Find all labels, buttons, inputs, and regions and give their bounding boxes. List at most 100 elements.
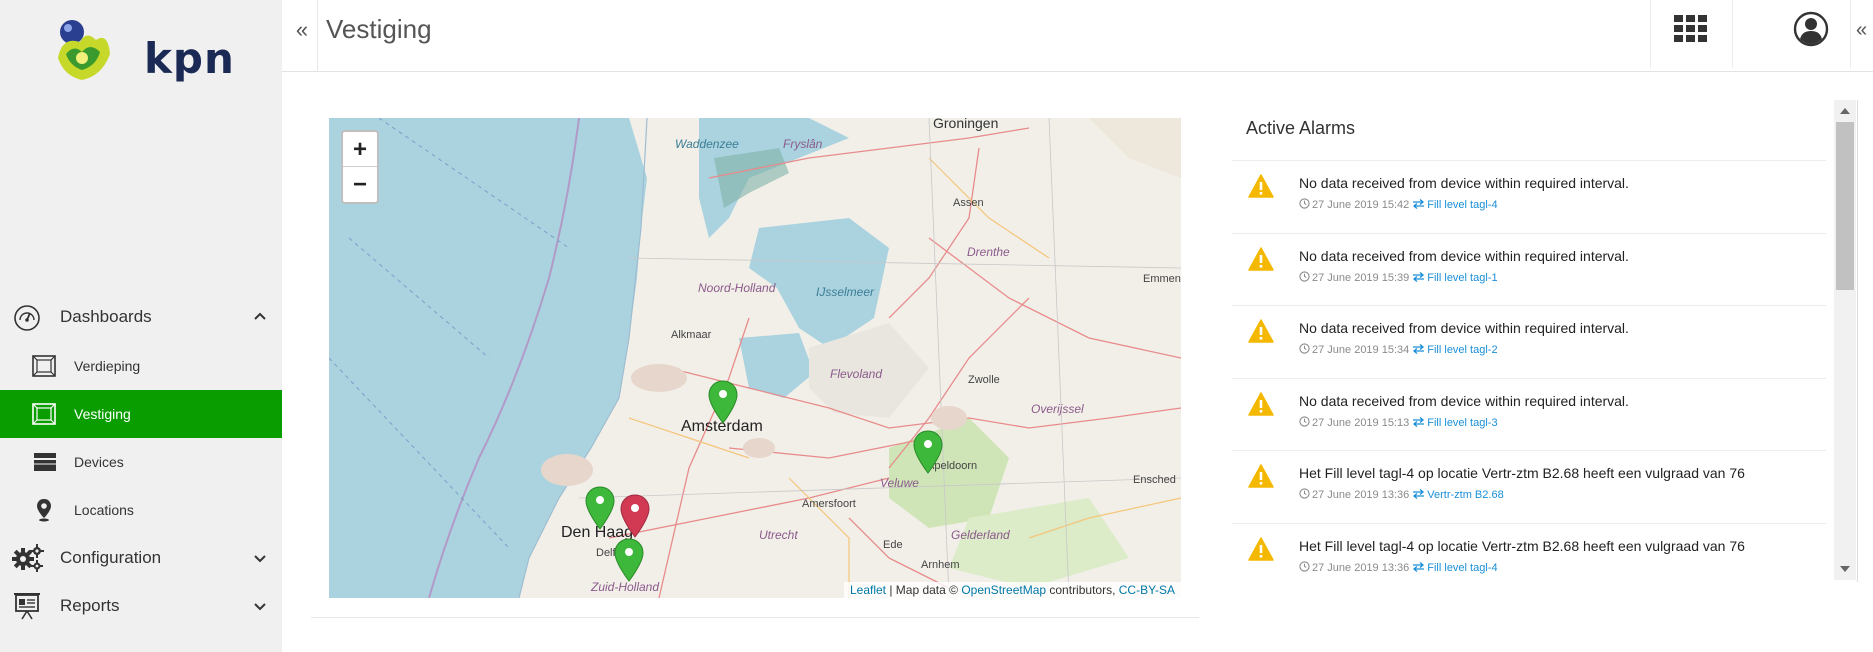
warning-icon — [1248, 391, 1274, 416]
leaflet-link[interactable]: Leaflet — [850, 583, 886, 597]
warning-icon — [1248, 246, 1274, 271]
collapse-sidebar-button[interactable]: « — [290, 16, 314, 44]
location-map[interactable]: Groningen Waddenzee Fryslân Assen Drenth… — [329, 118, 1181, 598]
openstreetmap-link[interactable]: OpenStreetMap — [961, 583, 1046, 597]
apps-menu-button[interactable] — [1650, 0, 1732, 60]
map-label-veluwe: Veluwe — [880, 476, 919, 490]
map-tiles — [329, 118, 1181, 598]
kpn-logo: kpn — [52, 14, 235, 94]
map-label-utrecht: Utrecht — [759, 528, 798, 542]
swap-arrows-icon — [1413, 199, 1425, 209]
map-label-zuid-holland: Zuid-Holland — [591, 580, 660, 594]
warning-icon — [1248, 536, 1274, 561]
scroll-thumb[interactable] — [1836, 122, 1854, 290]
alarm-message: No data received from device within requ… — [1299, 247, 1629, 264]
alarm-link-label: Fill level tagl-4 — [1427, 561, 1498, 574]
alarm-meta: 27 June 2019 13:36 Vertr-ztm B2.68 — [1299, 488, 1504, 501]
sidebar-item-devices[interactable]: Devices — [0, 438, 282, 486]
sidebar-section-label: Configuration — [60, 548, 162, 567]
scroll-down-arrow-icon[interactable] — [1839, 564, 1851, 574]
attribution-text: | Map data © — [886, 583, 962, 597]
swap-arrows-icon — [1413, 561, 1425, 572]
map-label-ijsselmeer: IJsselmeer — [816, 285, 875, 299]
sidebar-nav: Dashboards Verdieping Vestiging Devices … — [0, 292, 282, 630]
warning-icon — [1248, 464, 1274, 488]
map-marker-ok[interactable] — [913, 430, 943, 474]
alarm-timestamp: 27 June 2019 15:42 — [1312, 199, 1410, 211]
zoom-out-button[interactable]: − — [343, 167, 377, 202]
map-attribution: Leaflet | Map data © OpenStreetMap contr… — [843, 582, 1181, 598]
clock-icon — [1299, 270, 1310, 282]
map-label-groningen: Groningen — [933, 118, 999, 131]
clock-icon — [1299, 198, 1310, 209]
alarm-device-link[interactable]: Fill level tagl-2 — [1409, 344, 1498, 356]
sidebar-item-verdieping[interactable]: Verdieping — [0, 342, 282, 390]
alarm-item[interactable]: Het Fill level tagl-4 op locatie Vertr-z… — [1232, 522, 1826, 581]
clock-icon — [1299, 415, 1310, 427]
zoom-in-button[interactable]: + — [343, 132, 377, 167]
map-label-flevoland: Flevoland — [830, 367, 883, 381]
alarm-device-link[interactable]: Fill level tagl-4 — [1409, 561, 1498, 574]
header-divider — [1732, 0, 1733, 68]
sidebar-item-label: Devices — [74, 454, 124, 470]
map-label-gelderland: Gelderland — [951, 528, 1010, 542]
zoom-control: + − — [341, 130, 379, 204]
sidebar-section-reports[interactable]: Reports — [0, 582, 282, 630]
floorplan-icon — [32, 403, 56, 425]
alarm-timestamp: 27 June 2019 15:34 — [1312, 344, 1410, 356]
header-divider — [1850, 0, 1851, 68]
map-label-assen: Assen — [953, 197, 984, 209]
alarm-device-link[interactable]: Fill level tagl-4 — [1409, 199, 1498, 211]
map-label-ede: Ede — [883, 539, 903, 551]
map-label-fryslan: Fryslân — [783, 137, 823, 151]
swap-arrows-icon — [1413, 271, 1425, 282]
sidebar-item-vestiging[interactable]: Vestiging — [0, 390, 282, 438]
license-link[interactable]: CC-BY-SA — [1119, 583, 1175, 597]
alarm-item[interactable]: No data received from device within requ… — [1232, 305, 1826, 378]
sidebar-section-label: Reports — [60, 596, 120, 615]
alarm-meta: 27 June 2019 15:39 Fill level tagl-1 — [1299, 270, 1498, 284]
sidebar-item-locations[interactable]: Locations — [0, 486, 282, 534]
map-label-drenthe: Drenthe — [967, 245, 1010, 259]
map-label-overijssel: Overijssel — [1031, 402, 1084, 416]
collapse-right-panel-button[interactable]: « — [1856, 16, 1873, 44]
app-window: kpn Dashboards Verdieping Vestiging Devi… — [0, 0, 1873, 652]
clock-icon — [1299, 343, 1310, 354]
map-label-noord-holland: Noord-Holland — [698, 281, 776, 295]
alarm-item[interactable]: No data received from device within requ… — [1232, 160, 1826, 233]
floorplan-icon — [32, 355, 56, 377]
alarm-device-link[interactable]: Vertr-ztm B2.68 — [1409, 489, 1504, 501]
user-circle-icon — [1793, 11, 1829, 47]
header-divider — [317, 0, 318, 72]
chevron-up-icon — [254, 312, 266, 320]
map-label-emmen: Emmen — [1143, 273, 1181, 285]
alarm-message: No data received from device within requ… — [1299, 320, 1629, 336]
alarm-device-link[interactable]: Fill level tagl-3 — [1409, 416, 1498, 429]
sidebar: kpn Dashboards Verdieping Vestiging Devi… — [0, 0, 282, 652]
alarm-meta: 27 June 2019 15:13 Fill level tagl-3 — [1299, 415, 1498, 429]
alarm-item[interactable]: No data received from device within requ… — [1232, 232, 1826, 306]
chevron-down-icon — [254, 603, 266, 611]
map-marker-ok[interactable] — [614, 538, 644, 582]
sidebar-section-dashboards[interactable]: Dashboards — [0, 292, 282, 342]
chevron-down-icon — [254, 555, 266, 563]
alarms-title: Active Alarms — [1246, 118, 1356, 138]
alarms-scrollbar[interactable] — [1834, 100, 1856, 580]
user-menu-button[interactable] — [1792, 10, 1832, 50]
swap-arrows-icon — [1413, 344, 1425, 354]
kpn-wordmark: kpn — [144, 34, 235, 83]
map-marker-ok[interactable] — [708, 380, 738, 424]
sidebar-section-configuration[interactable]: Configuration — [0, 534, 282, 582]
scroll-up-arrow-icon[interactable] — [1839, 106, 1851, 116]
sidebar-item-label: Verdieping — [74, 358, 141, 374]
alarm-meta: 27 June 2019 15:42 Fill level tagl-4 — [1299, 198, 1498, 211]
active-alarms-panel: Active Alarms No data received from devi… — [1232, 100, 1858, 582]
swap-arrows-icon — [1413, 416, 1425, 427]
map-marker-ok[interactable] — [585, 486, 615, 530]
alarm-message: No data received from device within requ… — [1299, 392, 1629, 409]
alarm-device-link[interactable]: Fill level tagl-1 — [1409, 271, 1498, 284]
map-marker-alarm[interactable] — [620, 494, 650, 538]
swap-arrows-icon — [1413, 489, 1425, 499]
alarm-item[interactable]: Het Fill level tagl-4 op locatie Vertr-z… — [1232, 450, 1826, 523]
alarm-item[interactable]: No data received from device within requ… — [1232, 377, 1826, 451]
